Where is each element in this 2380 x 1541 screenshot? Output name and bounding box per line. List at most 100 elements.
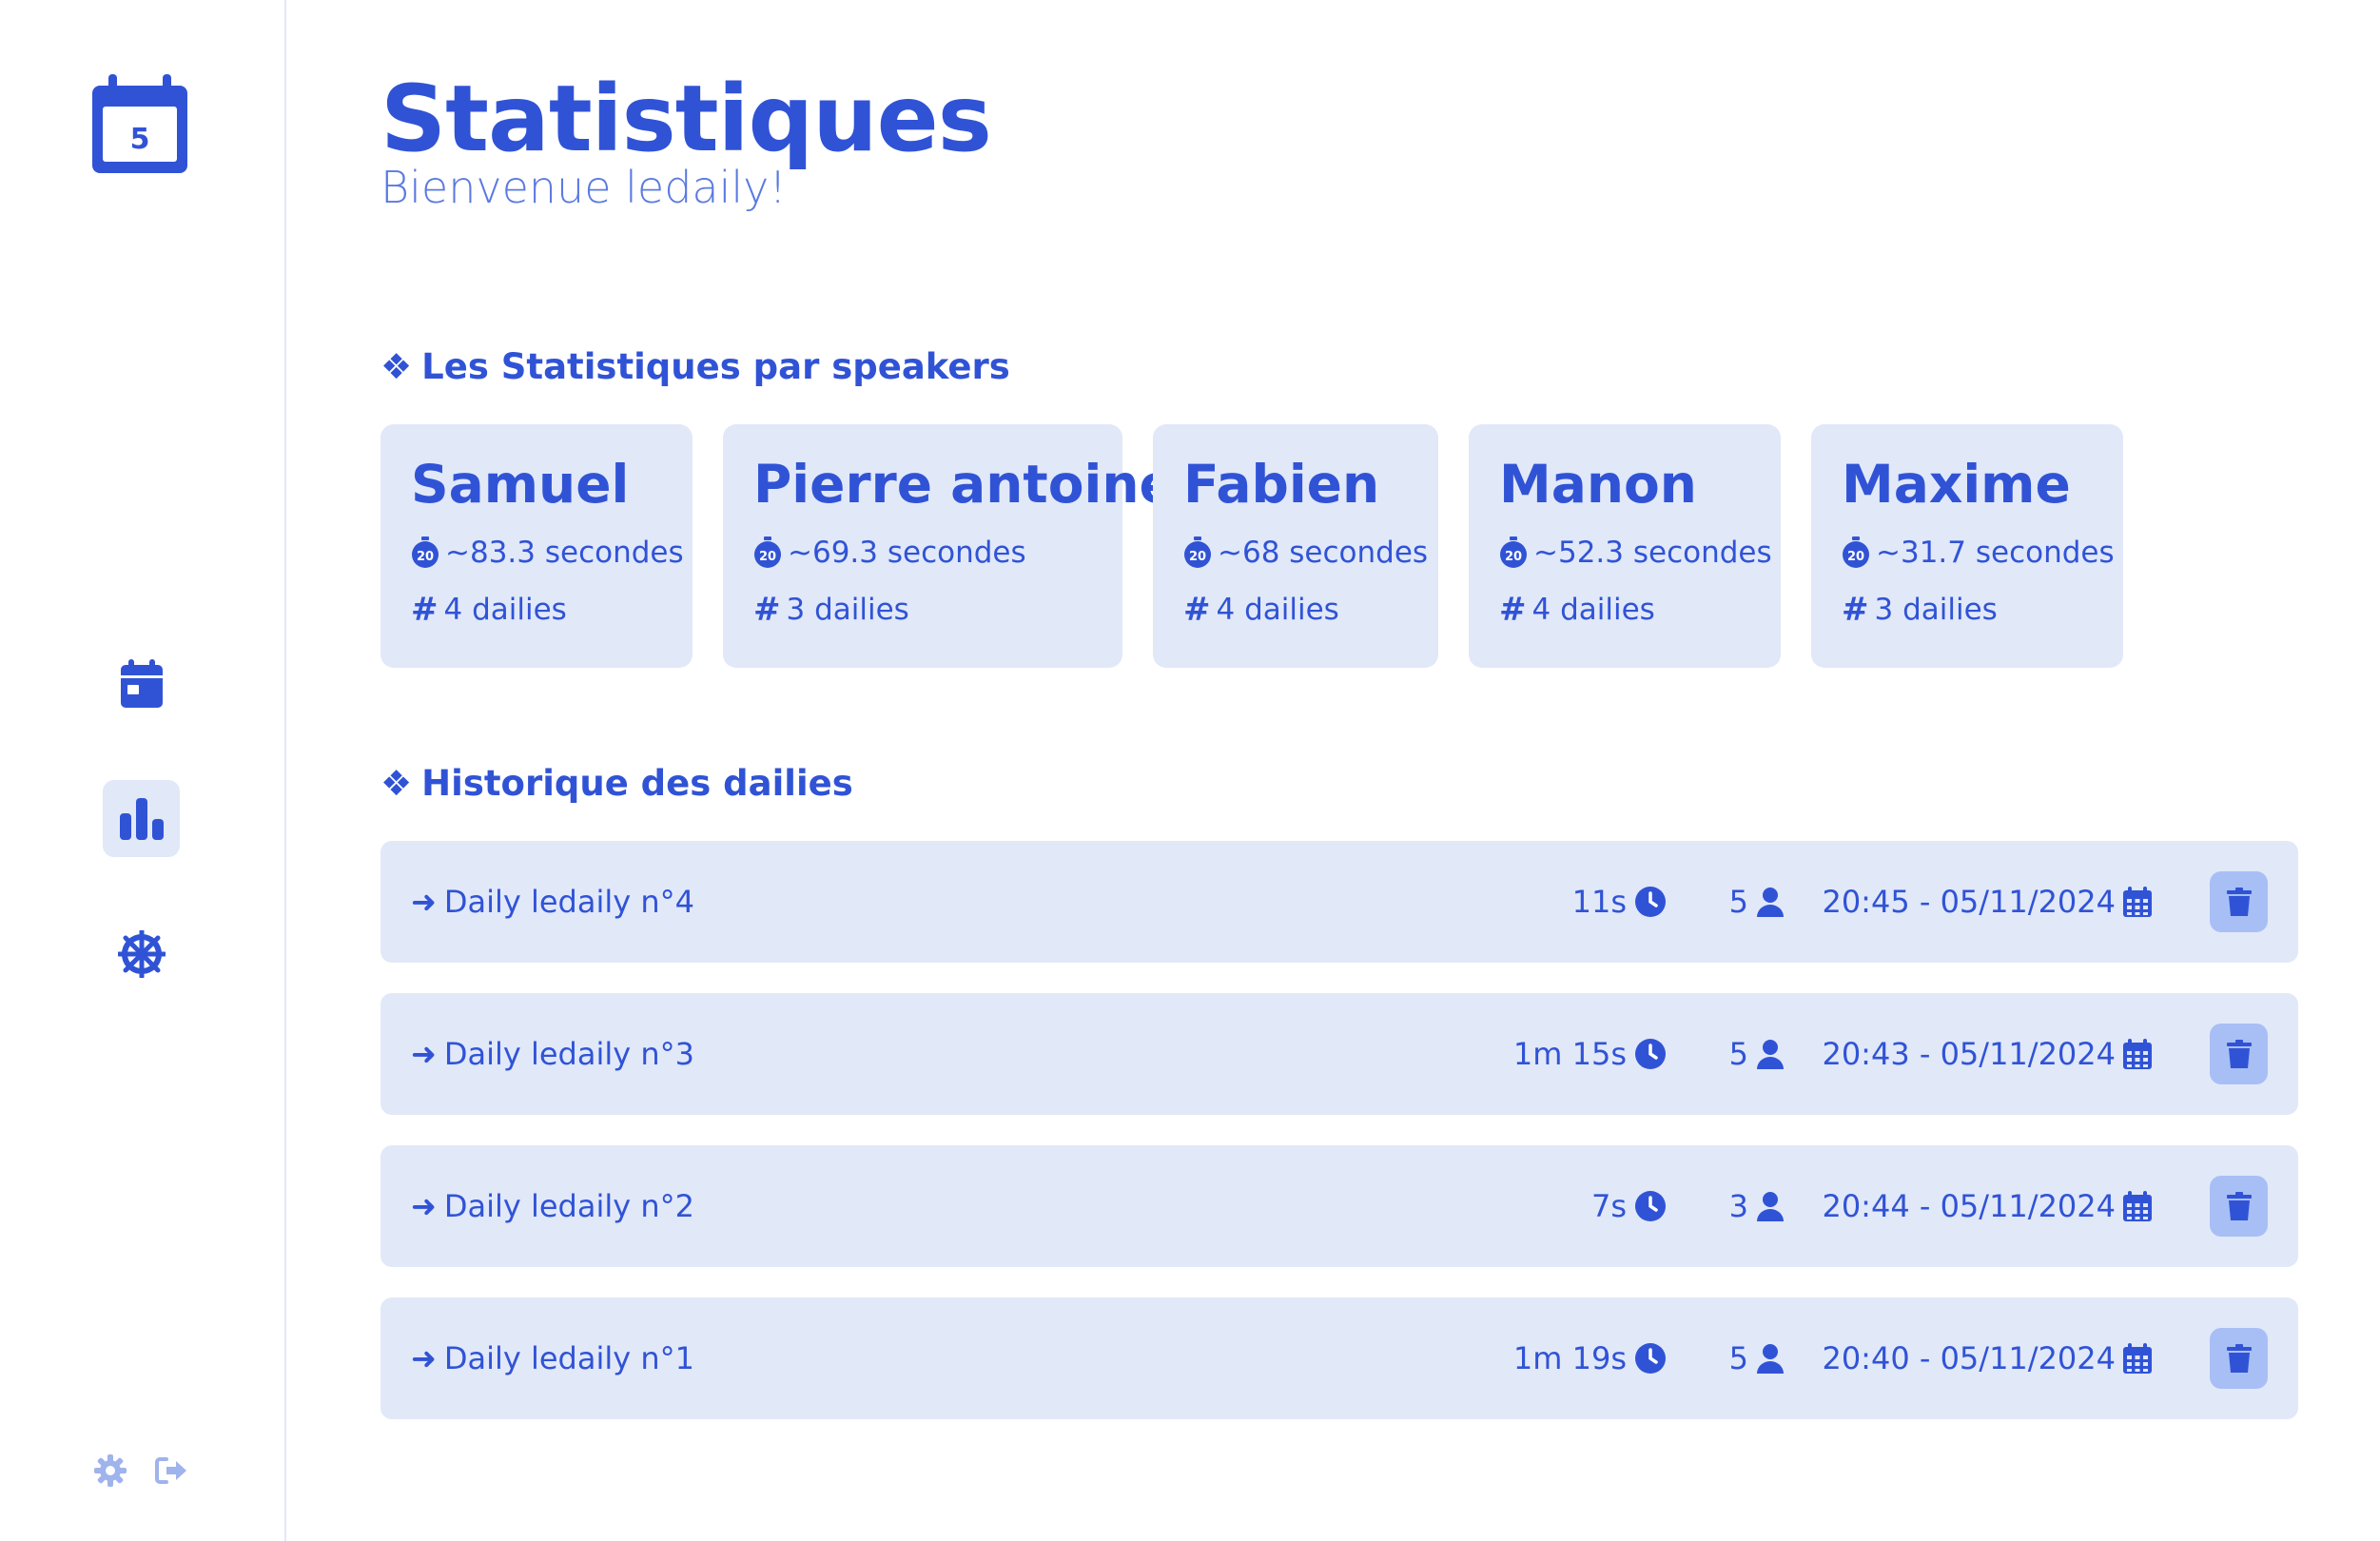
- participants-value: 5: [1728, 1036, 1748, 1072]
- delete-button[interactable]: [2210, 871, 2268, 932]
- arrow-right-icon: ➜: [411, 1340, 437, 1376]
- speaker-dailies: 3 dailies: [1874, 593, 1998, 627]
- participants-value: 5: [1728, 1340, 1748, 1376]
- speaker-avg: ~69.3 secondes: [788, 536, 1026, 570]
- daily-duration: 7s: [1591, 1145, 1667, 1267]
- svg-text:20: 20: [1505, 550, 1522, 564]
- datetime-value: 20:45 - 05/11/2024: [1822, 884, 2116, 920]
- speaker-name: Pierre antoine: [753, 454, 1175, 515]
- daily-link[interactable]: ➜ Daily ledaily n°2: [411, 1145, 694, 1267]
- diamond-bullet-icon: ❖: [380, 763, 413, 804]
- stopwatch-icon: 20: [412, 536, 439, 568]
- speaker-dailies-line: # 4 dailies: [1499, 588, 1750, 632]
- duration-value: 1m 15s: [1512, 1036, 1627, 1072]
- hash-icon: #: [1183, 591, 1211, 629]
- datetime-value: 20:44 - 05/11/2024: [1822, 1188, 2116, 1224]
- duration-value: 11s: [1571, 884, 1627, 920]
- history-section-title-text: Historique des dailies: [421, 763, 853, 804]
- history-row[interactable]: ➜ Daily ledaily n°3 1m 15s 5 20:43 - 05/…: [380, 993, 2298, 1115]
- svg-text:20: 20: [1189, 550, 1206, 564]
- hash-icon: #: [411, 591, 439, 629]
- clock-icon: [1635, 1039, 1666, 1069]
- settings-gear-icon[interactable]: [93, 1453, 127, 1488]
- history-list: ➜ Daily ledaily n°4 11s 5 20:45 - 05/11/…: [380, 841, 2298, 1450]
- calendar-grid-icon: [2123, 887, 2152, 917]
- calendar-icon: [120, 658, 163, 708]
- hash-icon: #: [753, 591, 781, 629]
- daily-duration: 1m 19s: [1513, 1297, 1667, 1419]
- speaker-dailies: 3 dailies: [786, 593, 909, 627]
- page-subtitle: Bienvenue ledaily!: [380, 162, 787, 213]
- clock-icon: [1635, 887, 1666, 917]
- nav-calendar[interactable]: [103, 645, 180, 722]
- speaker-avg-line: 20 ~31.7 secondes: [1842, 531, 2115, 575]
- trash-icon: [2226, 888, 2252, 916]
- speaker-card: Pierre antoine 20 ~69.3 secondes # 3 dai…: [723, 424, 1175, 668]
- svg-text:20: 20: [417, 550, 434, 564]
- logout-icon[interactable]: [154, 1453, 188, 1488]
- ship-wheel-icon: [117, 929, 166, 978]
- speaker-dailies-line: # 3 dailies: [753, 588, 1092, 632]
- nav-wheel[interactable]: [103, 915, 180, 992]
- clock-icon: [1635, 1191, 1666, 1221]
- delete-button[interactable]: [2210, 1176, 2268, 1237]
- speaker-dailies-line: # 4 dailies: [1183, 588, 1408, 632]
- speaker-avg-line: 20 ~83.3 secondes: [411, 531, 684, 575]
- user-icon: [1757, 888, 1784, 917]
- speaker-cards: Samuel 20 ~83.3 secondes # 4 dailies Pie…: [380, 424, 2123, 668]
- daily-name: Daily ledaily n°2: [443, 1188, 694, 1224]
- delete-button[interactable]: [2210, 1024, 2268, 1084]
- delete-button[interactable]: [2210, 1328, 2268, 1389]
- daily-participants: 5: [1729, 1297, 1785, 1419]
- calendar-grid-icon: [2123, 1343, 2152, 1374]
- history-row[interactable]: ➜ Daily ledaily n°4 11s 5 20:45 - 05/11/…: [380, 841, 2298, 963]
- speaker-dailies-line: # 4 dailies: [411, 588, 662, 632]
- speaker-name: Fabien: [1183, 454, 1380, 515]
- history-row[interactable]: ➜ Daily ledaily n°1 1m 19s 5 20:40 - 05/…: [380, 1297, 2298, 1419]
- speaker-card: Fabien 20 ~68 secondes # 4 dailies: [1153, 424, 1438, 668]
- speaker-avg: ~68 secondes: [1218, 536, 1429, 570]
- hash-icon: #: [1842, 591, 1869, 629]
- speaker-name: Samuel: [411, 454, 630, 515]
- history-row[interactable]: ➜ Daily ledaily n°2 7s 3 20:44 - 05/11/2…: [380, 1145, 2298, 1267]
- participants-value: 3: [1728, 1188, 1748, 1224]
- calendar-grid-icon: [2123, 1039, 2152, 1069]
- daily-datetime: 20:43 - 05/11/2024: [1822, 993, 2152, 1115]
- stopwatch-icon: 20: [754, 536, 781, 568]
- stopwatch-icon: 20: [1500, 536, 1527, 568]
- user-icon: [1757, 1344, 1784, 1374]
- duration-value: 7s: [1590, 1188, 1627, 1224]
- nav-statistics[interactable]: [103, 780, 180, 857]
- page-title: Statistiques: [380, 66, 992, 172]
- speaker-name: Manon: [1499, 454, 1697, 515]
- daily-name: Daily ledaily n°3: [443, 1036, 694, 1072]
- speaker-name: Maxime: [1842, 454, 2071, 515]
- speaker-card: Manon 20 ~52.3 secondes # 4 dailies: [1469, 424, 1781, 668]
- daily-link[interactable]: ➜ Daily ledaily n°1: [411, 1297, 694, 1419]
- daily-link[interactable]: ➜ Daily ledaily n°3: [411, 993, 694, 1115]
- svg-text:20: 20: [759, 550, 776, 564]
- daily-duration: 1m 15s: [1513, 993, 1667, 1115]
- daily-datetime: 20:45 - 05/11/2024: [1822, 841, 2152, 963]
- sidebar: 5: [0, 0, 286, 1541]
- daily-datetime: 20:40 - 05/11/2024: [1822, 1297, 2152, 1419]
- bar-chart-icon: [119, 797, 164, 840]
- hash-icon: #: [1499, 591, 1527, 629]
- daily-name: Daily ledaily n°4: [443, 884, 694, 920]
- daily-link[interactable]: ➜ Daily ledaily n°4: [411, 841, 694, 963]
- trash-icon: [2226, 1344, 2252, 1373]
- speaker-avg-line: 20 ~69.3 secondes: [753, 531, 1092, 575]
- speakers-section-title-text: Les Statistiques par speakers: [421, 346, 1010, 387]
- main-content: Statistiques Bienvenue ledaily! ❖ Les St…: [380, 0, 2380, 1541]
- user-icon: [1757, 1192, 1784, 1221]
- participants-value: 5: [1728, 884, 1748, 920]
- daily-duration: 11s: [1572, 841, 1667, 963]
- speaker-dailies: 4 dailies: [1531, 593, 1655, 627]
- arrow-right-icon: ➜: [411, 1188, 437, 1224]
- history-section-title: ❖ Historique des dailies: [380, 763, 853, 805]
- speaker-avg: ~52.3 secondes: [1533, 536, 1772, 570]
- speaker-dailies-line: # 3 dailies: [1842, 588, 2093, 632]
- app-logo-calendar-icon[interactable]: 5: [89, 74, 190, 177]
- speaker-dailies: 4 dailies: [443, 593, 567, 627]
- trash-icon: [2226, 1040, 2252, 1068]
